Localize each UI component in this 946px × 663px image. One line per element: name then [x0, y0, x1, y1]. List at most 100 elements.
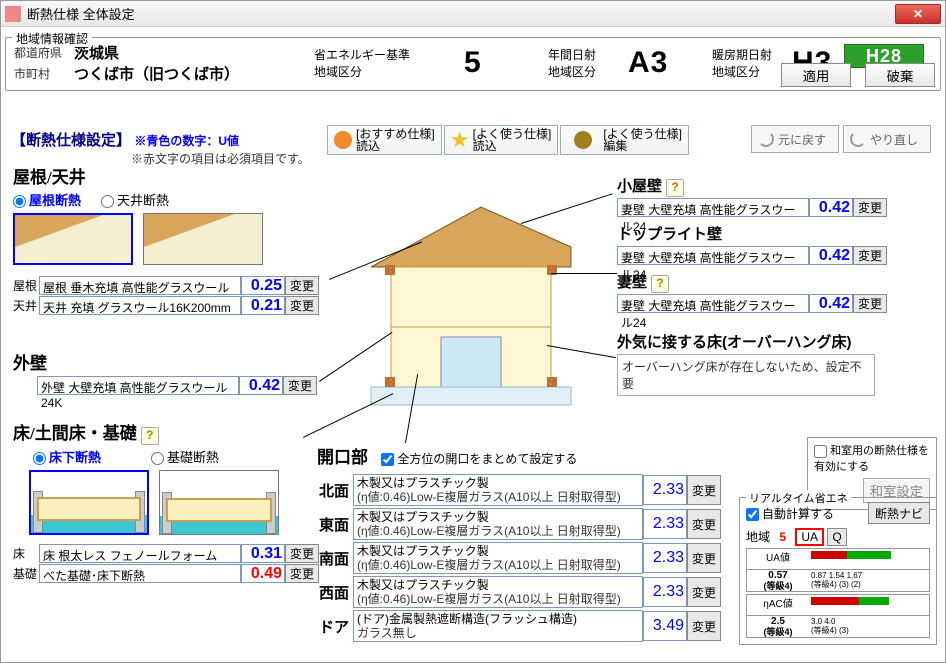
- window-title: 断熱仕様 全体設定: [27, 4, 895, 23]
- apply-button[interactable]: 適用: [781, 63, 851, 87]
- redo-icon: [850, 131, 866, 147]
- opening-title: 開口部: [317, 448, 368, 467]
- opening-w-spec[interactable]: 木製又はプラスチック製(η値:0.46)Low-E複層ガラス(A10以上 日射取…: [353, 576, 643, 608]
- titlebar: 断熱仕様 全体設定 ✕: [1, 1, 945, 27]
- roof-row1-change[interactable]: 変更: [285, 276, 319, 295]
- roof-row1-label: 屋根: [13, 277, 39, 294]
- annual-zone-label: 地域区分: [548, 63, 628, 80]
- opening-s-spec[interactable]: 木製又はプラスチック製(η値:0.46)Low-E複層ガラス(A10以上 日射取…: [353, 542, 643, 574]
- mode-q-button[interactable]: Q: [827, 528, 846, 546]
- insulation-navi-button[interactable]: 断熱ナビ: [868, 502, 930, 524]
- roof-radio-2[interactable]: 天井断熱: [101, 190, 169, 209]
- roof-title: 屋根/天井: [13, 163, 333, 188]
- roof-row2-change[interactable]: 変更: [285, 296, 319, 315]
- attic-change[interactable]: 変更: [853, 198, 887, 217]
- opening-e-label: 東面: [317, 514, 353, 535]
- floor-row1-spec[interactable]: 床 根太レス フェノールフォーム90mm: [39, 544, 241, 563]
- opening-d-u: 3.49: [643, 611, 687, 641]
- floor-row2-u: 0.49: [241, 564, 285, 583]
- floor-radio-2[interactable]: 基礎断熱: [151, 447, 219, 466]
- opening-d-label: ドア: [317, 616, 353, 637]
- discard-button[interactable]: 破棄: [865, 63, 935, 87]
- opening-d-change[interactable]: 変更: [687, 611, 721, 641]
- roof-row1-u: 0.25: [241, 276, 285, 295]
- roof-row2-label: 天井: [13, 297, 39, 314]
- city-value: つくば市（旧つくば市）: [74, 63, 239, 84]
- attic-spec[interactable]: 妻壁 大壁充填 高性能グラスウール24: [617, 198, 809, 217]
- gable-title: 妻壁: [617, 274, 647, 291]
- std-label: 省エネルギー基準: [314, 46, 464, 63]
- floor-row1-change[interactable]: 変更: [285, 544, 319, 563]
- attic-title: 小屋壁: [617, 178, 662, 195]
- rt-region-val: 5: [779, 530, 786, 544]
- eta-bar: [809, 595, 929, 615]
- floor-row2-spec[interactable]: べた基礎･床下断熱: [39, 564, 241, 583]
- opening-n-label: 北面: [317, 480, 353, 501]
- washitsu-enable-check[interactable]: 和室用の断熱仕様を 有効にする: [814, 445, 929, 473]
- ua-value: 0.57(等級4): [747, 570, 809, 591]
- wall-spec[interactable]: 外壁 大壁充填 高性能グラスウール24K: [37, 376, 239, 395]
- gable-spec[interactable]: 妻壁 大壁充填 高性能グラスウール24: [617, 294, 809, 313]
- roof-row2-spec[interactable]: 天井 充填 グラスウール16K200mm: [39, 296, 241, 315]
- attic-u: 0.42: [809, 198, 853, 217]
- opening-w-label: 西面: [317, 582, 353, 603]
- floor-thumb-2[interactable]: [159, 470, 279, 535]
- undo-button[interactable]: 元に戻す: [751, 125, 839, 153]
- floor-radio-1[interactable]: 床下断熱: [33, 447, 101, 466]
- ua-bar: [809, 549, 929, 569]
- toplight-u: 0.42: [809, 246, 853, 265]
- floor-row2-change[interactable]: 変更: [285, 564, 319, 583]
- floor-thumb-1[interactable]: [29, 470, 149, 535]
- mode-ua-button[interactable]: UA: [795, 528, 824, 546]
- realtime-caption: リアルタイム省エネ: [746, 490, 851, 506]
- recommended-load-button[interactable]: [おすすめ仕様] 読込: [327, 125, 442, 155]
- opening-s-change[interactable]: 変更: [687, 543, 721, 573]
- favorite-edit-button[interactable]: [よく使う仕様] 編集: [560, 125, 689, 155]
- ua-scale: 0.87 1.54 1.67(等級4) (3) (2): [809, 570, 929, 591]
- floor-help[interactable]: ?: [141, 427, 159, 445]
- star-icon: [451, 131, 469, 149]
- roof-row2-u: 0.21: [241, 296, 285, 315]
- opening-n-change[interactable]: 変更: [687, 475, 721, 505]
- zone-label: 地域区分: [314, 63, 464, 80]
- opening-n-spec[interactable]: 木製又はプラスチック製(η値:0.46)Low-E複層ガラス(A10以上 日射取…: [353, 474, 643, 506]
- gable-help[interactable]: ?: [651, 275, 669, 293]
- toplight-title: トップライト壁: [617, 223, 937, 244]
- floor-title: 床/土間床・基礎: [13, 424, 137, 443]
- close-button[interactable]: ✕: [895, 4, 941, 24]
- opening-e-change[interactable]: 変更: [687, 509, 721, 539]
- opening-all-dir-check[interactable]: 全方位の開口をまとめて設定する: [381, 452, 577, 466]
- eta-value: 2.5(等級4): [747, 616, 809, 637]
- roof-thumb-1[interactable]: [13, 213, 133, 265]
- roof-radio-1[interactable]: 屋根断熱: [13, 190, 81, 209]
- gable-change[interactable]: 変更: [853, 294, 887, 313]
- opening-s-u: 2.33: [643, 543, 687, 573]
- spec-title: 【断熱仕様設定】: [11, 132, 131, 149]
- roof-row1-spec[interactable]: 屋根 垂木充填 高性能グラスウール24K: [39, 276, 241, 295]
- annual-value: A3: [628, 46, 672, 80]
- auto-calc-check[interactable]: 自動計算する: [746, 505, 834, 522]
- opening-n-u: 2.33: [643, 475, 687, 505]
- region-caption: 地域情報確認: [12, 30, 92, 47]
- wall-title: 外壁: [13, 349, 333, 374]
- opening-d-spec[interactable]: (ドア)金属製熱遮断構造(フラッシュ構造)ガラス無し: [353, 610, 643, 642]
- opening-s-label: 南面: [317, 548, 353, 569]
- toplight-spec[interactable]: 妻壁 大壁充填 高性能グラスウール24: [617, 246, 809, 265]
- wall-u: 0.42: [239, 376, 283, 395]
- opening-w-change[interactable]: 変更: [687, 577, 721, 607]
- note-blue: ※青色の数字：U値: [134, 134, 239, 148]
- attic-help[interactable]: ?: [666, 179, 684, 197]
- favorite-load-button[interactable]: [よく使う仕様] 読込: [444, 125, 559, 155]
- redo-button[interactable]: やり直し: [843, 125, 931, 153]
- city-label: 市町村: [14, 65, 70, 82]
- rt-region-lbl: 地域: [746, 530, 770, 544]
- annual-label: 年間日射: [548, 46, 628, 63]
- heat-zone-label: 地域区分: [712, 63, 792, 80]
- zone-value: 5: [464, 46, 508, 80]
- wall-change[interactable]: 変更: [283, 376, 317, 395]
- toplight-change[interactable]: 変更: [853, 246, 887, 265]
- opening-e-spec[interactable]: 木製又はプラスチック製(η値:0.46)Low-E複層ガラス(A10以上 日射取…: [353, 508, 643, 540]
- roof-thumb-2[interactable]: [143, 213, 263, 265]
- undo-icon: [758, 131, 774, 147]
- gable-u: 0.42: [809, 294, 853, 313]
